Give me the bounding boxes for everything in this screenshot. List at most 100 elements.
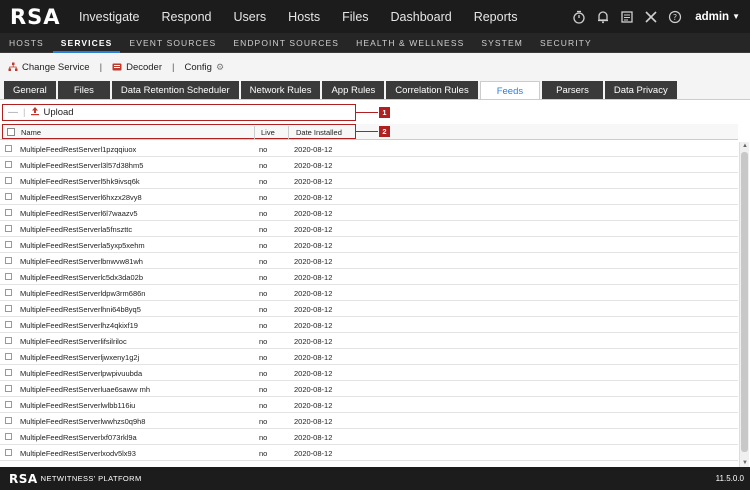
tab-data-privacy[interactable]: Data Privacy [604,81,677,100]
column-header-name[interactable]: Name [21,128,41,137]
vertical-scrollbar[interactable]: ▲ ▼ [739,142,749,467]
table-row[interactable]: MultipleFeedRestServerlhz4qkixf19 no 2020-… [0,317,738,333]
table-header: Name Live Date Installed [2,124,356,139]
tab-app-rules[interactable]: App Rules [322,81,385,100]
scrollbar-thumb[interactable] [741,152,748,452]
tab-correlation-rules[interactable]: Correlation Rules [386,81,478,100]
feed-live: no [259,177,268,186]
table-row[interactable]: MultipleFeedRestServerla5fnszttc no 2020-0… [0,221,738,237]
nav-reports[interactable]: Reports [463,10,529,24]
table-row[interactable]: MultipleFeedRestServerluae6saww mh no 2020… [0,381,738,397]
subnav-health-wellness[interactable]: HEALTH & WELLNESS [348,33,472,53]
subnav-system[interactable]: SYSTEM [473,33,531,53]
tab-files[interactable]: Files [57,81,110,100]
row-checkbox[interactable] [5,353,12,360]
subnav-endpoint-sources[interactable]: ENDPOINT SOURCES [225,33,347,53]
nav-respond[interactable]: Respond [150,10,222,24]
feed-name: MultipleFeedRestServerlhz4qkixf19 [20,321,138,330]
table-row[interactable]: MultipleFeedRestServerlc5dx3da02b no 2020-… [0,269,738,285]
callout-marker-2: 2 [379,126,390,137]
tab-network-rules[interactable]: Network Rules [240,81,321,100]
tabs-divider [0,99,750,100]
table-row[interactable]: MultipleFeedRestServerlwwhzs0q9h8 no 2020-… [0,413,738,429]
table-row[interactable]: MultipleFeedRestServerlifsilriloc no 2020-… [0,333,738,349]
row-checkbox[interactable] [5,449,12,456]
table-row[interactable]: MultipleFeedRestServerlhni64b8yq5 no 2020-… [0,301,738,317]
table-row[interactable]: MultipleFeedRestServerlwlbb116iu no 2020-0… [0,397,738,413]
row-checkbox[interactable] [5,289,12,296]
table-row[interactable]: MultipleFeedRestServerlxodv5lx93 no 2020-0… [0,445,738,461]
tab-feeds[interactable]: Feeds [479,81,541,100]
table-row[interactable]: MultipleFeedRestServerlpwpivuubda no 2020-… [0,365,738,381]
table-row[interactable]: MultipleFeedRestServerl3l57d38hm5 no 2020-… [0,157,738,173]
nav-dashboard[interactable]: Dashboard [380,10,463,24]
row-checkbox[interactable] [5,337,12,344]
service-selector[interactable]: Decoder [112,62,162,73]
row-checkbox[interactable] [5,305,12,312]
row-checkbox[interactable] [5,161,12,168]
main-nav: Investigate Respond Users Hosts Files Da… [68,10,528,24]
nav-files[interactable]: Files [331,10,379,24]
user-menu[interactable]: admin ▼ [695,11,740,23]
subnav-hosts[interactable]: HOSTS [1,33,52,53]
bell-icon[interactable] [595,9,611,25]
row-checkbox[interactable] [5,241,12,248]
subnav-security[interactable]: SECURITY [532,33,600,53]
row-checkbox[interactable] [5,401,12,408]
row-checkbox[interactable] [5,433,12,440]
help-icon[interactable]: ? [667,9,683,25]
config-menu[interactable]: Config ⚙ [184,62,224,73]
scroll-down-icon[interactable]: ▼ [741,459,749,467]
scroll-up-icon[interactable]: ▲ [741,142,749,150]
table-row[interactable]: MultipleFeedRestServerldpw3rm686n no 2020-… [0,285,738,301]
feed-name: MultipleFeedRestServerla5fnszttc [20,225,133,234]
tab-general[interactable]: General [4,81,56,100]
row-checkbox[interactable] [5,321,12,328]
row-checkbox[interactable] [5,145,12,152]
row-checkbox[interactable] [5,369,12,376]
column-header-live[interactable]: Live [261,128,275,137]
feed-date-installed: 2020-08-12 [294,225,333,234]
tab-parsers[interactable]: Parsers [542,81,603,100]
feed-name: MultipleFeedRestServerl3l57d38hm5 [20,161,144,170]
feed-live: no [259,369,268,378]
row-checkbox[interactable] [5,177,12,184]
table-row[interactable]: MultipleFeedRestServerl5hk9ivsq6k no 2020-… [0,173,738,189]
nav-hosts[interactable]: Hosts [277,10,331,24]
column-header-date-installed[interactable]: Date Installed [296,128,342,137]
row-checkbox[interactable] [5,417,12,424]
feed-live: no [259,241,268,250]
feed-date-installed: 2020-08-12 [294,193,333,202]
row-checkbox[interactable] [5,257,12,264]
service-bar: Change Service | Decoder | Config ⚙ [0,53,750,81]
feed-date-installed: 2020-08-12 [294,385,333,394]
table-row[interactable]: MultipleFeedRestServerl1pzqqiuox no 2020-0… [0,141,738,157]
rsa-logo[interactable]: RSA [10,5,66,29]
row-checkbox[interactable] [5,193,12,200]
nav-users[interactable]: Users [223,10,278,24]
feed-name: MultipleFeedRestServerlwwhzs0q9h8 [20,417,146,426]
table-row[interactable]: MultipleFeedRestServerl6l7waazv5 no 2020-0… [0,205,738,221]
subnav-event-sources[interactable]: EVENT SOURCES [121,33,224,53]
delete-button[interactable]: — [8,107,18,118]
table-row[interactable]: MultipleFeedRestServerlxf073rkl9a no 2020-… [0,429,738,445]
tools-icon[interactable] [643,9,659,25]
upload-button[interactable]: Upload [30,106,74,119]
admin-subnav: HOSTS SERVICES EVENT SOURCES ENDPOINT SO… [0,33,750,53]
select-all-checkbox[interactable] [7,128,15,136]
tasks-icon[interactable] [619,9,635,25]
subnav-services[interactable]: SERVICES [52,33,121,53]
row-checkbox[interactable] [5,385,12,392]
nav-investigate[interactable]: Investigate [68,10,150,24]
row-checkbox[interactable] [5,273,12,280]
table-row[interactable]: MultipleFeedRestServerlbnwvw81wh no 2020-0… [0,253,738,269]
table-row[interactable]: MultipleFeedRestServerla5yxp5xehm no 2020-… [0,237,738,253]
tab-data-retention-scheduler[interactable]: Data Retention Scheduler [111,81,239,100]
timer-icon[interactable] [571,9,587,25]
table-row[interactable]: MultipleFeedRestServerl6hxzx28vy8 no 2020-… [0,189,738,205]
row-checkbox[interactable] [5,209,12,216]
table-row[interactable]: MultipleFeedRestServerljwxeny1g2j no 2020-… [0,349,738,365]
feeds-toolbar: — | Upload [2,104,356,121]
change-service-button[interactable]: Change Service [8,62,90,73]
row-checkbox[interactable] [5,225,12,232]
